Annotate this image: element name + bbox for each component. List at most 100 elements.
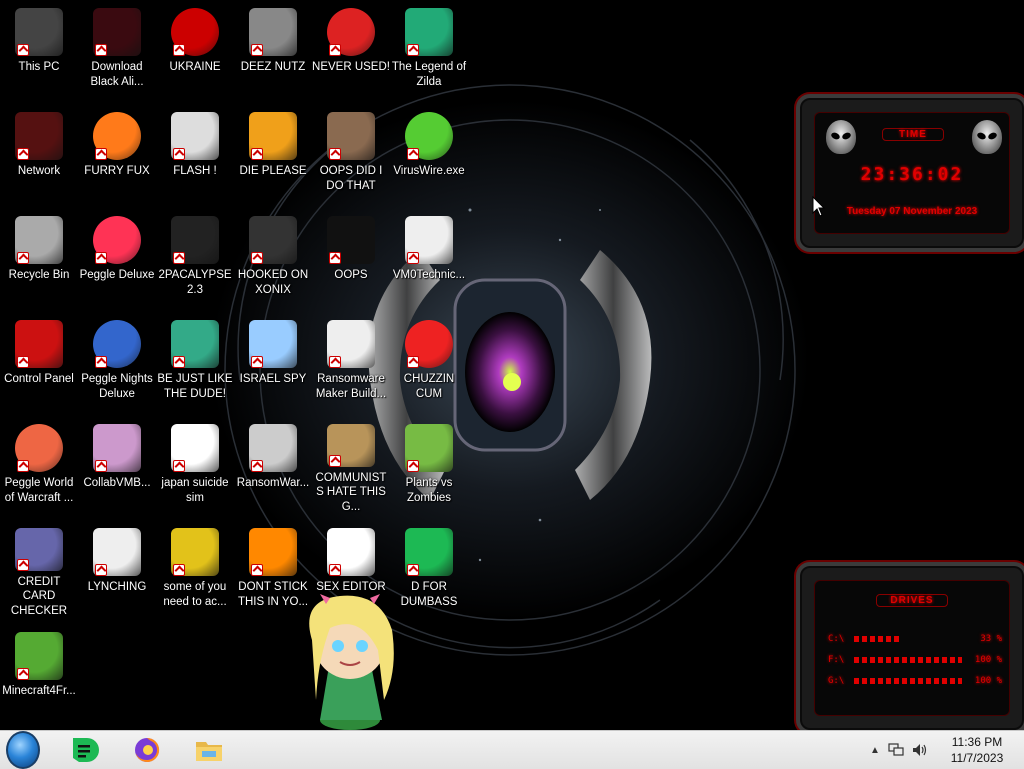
desktop-icon[interactable]: CREDIT CARD CHECKER: [0, 522, 78, 618]
shortcut-arrow-icon: [95, 564, 107, 576]
window-app-icon: [327, 320, 375, 368]
drive-letter: G:\: [828, 676, 845, 686]
desktop-icon[interactable]: Minecraft4Fr...: [0, 626, 78, 722]
desktop-icon[interactable]: Download Black Ali...: [78, 2, 156, 98]
desktop-icon[interactable]: Control Panel: [0, 314, 78, 410]
desktop-icon[interactable]: some of you need to ac...: [156, 522, 234, 618]
desktop-icon[interactable]: This PC: [0, 2, 78, 98]
desktop-icon-label: OOPS: [334, 269, 368, 281]
desktop-icon[interactable]: ISRAEL SPY: [234, 314, 312, 410]
desktop-icon[interactable]: Plants vs Zombies: [390, 418, 468, 514]
desktop-icon[interactable]: Network: [0, 106, 78, 202]
desktop-icon-label: DEEZ NUTZ: [240, 61, 306, 73]
start-button[interactable]: [6, 731, 40, 769]
shortcut-arrow-icon: [173, 148, 185, 160]
peggle-icon: [93, 216, 141, 264]
shortcut-arrow-icon: [95, 252, 107, 264]
desktop-icon[interactable]: VM0Technic...: [390, 210, 468, 306]
file-explorer-icon: [196, 742, 222, 761]
shortcut-arrow-icon: [251, 564, 263, 576]
desktop-icon-label: Recycle Bin: [8, 269, 70, 281]
mouse-cursor-icon: [812, 196, 826, 217]
shortcut-arrow-icon: [173, 252, 185, 264]
desktop-icon-label: SEX EDITOR: [316, 581, 386, 593]
drive-row: C:\ 33 %: [828, 632, 1002, 646]
lynching-icon: [93, 528, 141, 576]
desktop-icon[interactable]: DEEZ NUTZ: [234, 2, 312, 98]
desktop-icon[interactable]: D FOR DUMBASS: [390, 522, 468, 618]
money-bag-icon: [327, 424, 375, 467]
desktop-icon[interactable]: DONT STICK THIS IN YO...: [234, 522, 312, 618]
santa-icon: [171, 320, 219, 368]
desktop-icon[interactable]: FURRY FUX: [78, 106, 156, 202]
shortcut-arrow-icon: [95, 356, 107, 368]
collabvm-icon: [93, 424, 141, 472]
desktop-icon[interactable]: OOPS DID I DO THAT: [312, 106, 390, 202]
desktop-icon[interactable]: RansomWar...: [234, 418, 312, 514]
plants-icon: [405, 424, 453, 472]
hxd-icon: [327, 528, 375, 576]
taskbar-pinned-file-explorer[interactable]: [192, 734, 226, 766]
desktop-icon[interactable]: SEX EDITOR: [312, 522, 390, 618]
portrait-icon: [327, 112, 375, 160]
desktop-icon[interactable]: japan suicide sim: [156, 418, 234, 514]
desktop-icon[interactable]: 2PACALYPSE 2.3: [156, 210, 234, 306]
desktop-icon[interactable]: Recycle Bin: [0, 210, 78, 306]
desktop-icon[interactable]: UKRAINE: [156, 2, 234, 98]
shortcut-arrow-icon: [95, 44, 107, 56]
desktop-icon[interactable]: Peggle Nights Deluxe: [78, 314, 156, 410]
shortcut-arrow-icon: [251, 356, 263, 368]
desktop-icon-label: Minecraft4Fr...: [2, 685, 76, 697]
desktop-icon-label: CREDIT CARD CHECKER: [10, 575, 68, 617]
taskbar-clock[interactable]: 11:36 PM 11/7/2023: [942, 734, 1012, 766]
desktop-icon[interactable]: CHUZZIN CUM: [390, 314, 468, 410]
drives-widget[interactable]: DRIVES C:\ 33 % F:\ 100 % G:\ 100 %: [796, 562, 1024, 734]
clock-widget-title: TIME: [882, 128, 944, 141]
clock-widget[interactable]: TIME 23:36:02 Tuesday 07 November 2023: [796, 94, 1024, 252]
desktop-icon[interactable]: DIE PLEASE: [234, 106, 312, 202]
show-hidden-icons-icon[interactable]: ▲: [870, 745, 880, 756]
desktop-icon[interactable]: COMMUNISTS HATE THIS G...: [312, 418, 390, 514]
shortcut-arrow-icon: [95, 148, 107, 160]
system-tray: ▲: [870, 731, 928, 769]
desktop-icon-label: Peggle World of Warcraft ...: [4, 477, 74, 504]
desktop-icon[interactable]: CollabVMB...: [78, 418, 156, 514]
desktop-icon[interactable]: OOPS: [312, 210, 390, 306]
taskbar-pinned-firefox[interactable]: [130, 734, 164, 766]
desktop-icon-label: UKRAINE: [169, 61, 221, 73]
desktop-icon-label: Plants vs Zombies: [405, 477, 453, 504]
document-icon: [171, 424, 219, 472]
desktop-icon-label: CollabVMB...: [83, 477, 151, 489]
network-icon[interactable]: [888, 743, 904, 757]
desktop-icon[interactable]: FLASH !: [156, 106, 234, 202]
shortcut-arrow-icon: [17, 460, 29, 472]
taskbar-pinned-d-app[interactable]: [68, 734, 102, 766]
desktop-icon-label: This PC: [18, 61, 60, 73]
desktop-icon[interactable]: BE JUST LIKE THE DUDE!: [156, 314, 234, 410]
drive-usage-percent: 100 %: [974, 655, 1002, 665]
shortcut-arrow-icon: [251, 460, 263, 472]
d-app-icon: [73, 738, 99, 762]
desktop-icon[interactable]: LYNCHING: [78, 522, 156, 618]
computer-icon: [15, 8, 63, 56]
drive-usage-bar: [854, 657, 962, 663]
desktop-icon[interactable]: The Legend of Zilda: [390, 2, 468, 98]
shortcut-arrow-icon: [173, 356, 185, 368]
drive-usage-bar: [854, 636, 962, 642]
shortcut-arrow-icon: [407, 44, 419, 56]
credit-card-icon: [15, 528, 63, 571]
shortcut-arrow-icon: [407, 460, 419, 472]
desktop-icon-label: RansomWar...: [236, 477, 310, 489]
drive-usage-fill: [854, 636, 901, 642]
desktop-icon[interactable]: HOOKED ON XONIX: [234, 210, 312, 306]
volume-icon[interactable]: [912, 743, 928, 757]
desktop-icon[interactable]: Peggle Deluxe: [78, 210, 156, 306]
desktop-icon[interactable]: Peggle World of Warcraft ...: [0, 418, 78, 514]
start-orb-icon: [6, 731, 40, 769]
limewire-icon: [405, 112, 453, 160]
desktop-icon-label: japan suicide sim: [161, 477, 229, 504]
desktop-icon[interactable]: VirusWire.exe: [390, 106, 468, 202]
desktop-icon[interactable]: Ransomware Maker Build...: [312, 314, 390, 410]
desktop-icon[interactable]: NEVER USED!: [312, 2, 390, 98]
desktop-icon-label: Download Black Ali...: [90, 61, 144, 88]
